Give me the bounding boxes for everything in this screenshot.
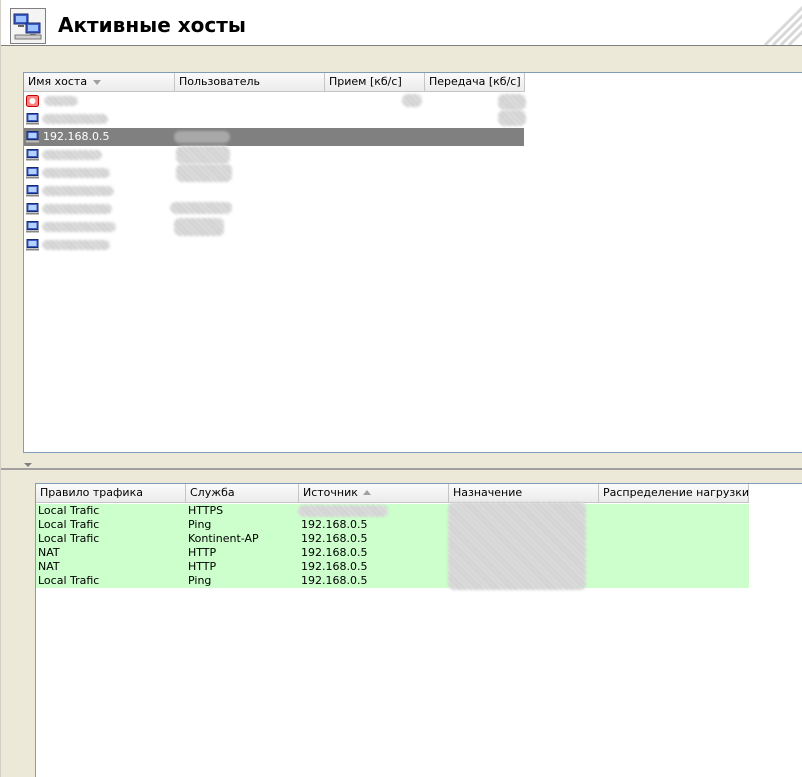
collapse-arrow-icon[interactable] [24,463,32,467]
redacted-value [498,94,526,110]
computer-icon [26,167,39,179]
redacted-user [174,131,230,143]
hosts-table[interactable]: Имя хоста Пользователь Прием [кб/с] Пере… [23,72,802,453]
sort-desc-icon [93,80,101,85]
computer-icon [26,239,39,251]
rule-cell: NAT [38,560,60,573]
rule-cell: Local Trafic [38,532,100,545]
host-row[interactable] [24,92,526,110]
host-row[interactable] [24,200,524,218]
traffic-row[interactable]: Local Trafic Ping 192.168.0.5 [36,574,749,588]
redacted-destination [448,502,586,590]
host-row[interactable] [24,164,524,182]
redacted-user [176,164,232,182]
rule-cell: Local Trafic [38,518,100,531]
host-row[interactable] [24,110,526,128]
service-cell: HTTPS [188,504,224,517]
page-title: Активные хосты [58,13,246,37]
redacted-source [298,505,388,517]
column-header-receive[interactable]: Прием [кб/с] [325,73,425,91]
traffic-row[interactable]: NAT HTTP 192.168.0.5 [36,560,749,574]
column-header-load-balancing[interactable]: Распределение нагрузки [599,484,749,502]
redacted-hostname [42,204,112,214]
column-header-hostname[interactable]: Имя хоста [24,73,175,91]
traffic-row[interactable]: NAT HTTP 192.168.0.5 [36,546,749,560]
traffic-row[interactable]: Local Trafic Kontinent-AP 192.168.0.5 [36,532,749,546]
service-cell: Kontinent-AP [188,532,259,545]
app-window: Активные хосты Имя хоста Пользователь Пр… [0,0,802,777]
column-header-service[interactable]: Служба [186,484,299,502]
redacted-hostname [44,96,78,106]
traffic-table-header: Правило трафика Служба Источник Назначен… [36,484,749,503]
host-row-selected[interactable]: 192.168.0.5 [24,128,524,146]
host-row[interactable] [24,182,524,200]
rule-cell: Local Trafic [38,504,100,517]
service-cell: HTTP [188,546,217,559]
traffic-row[interactable]: Local Trafic HTTPS [36,504,749,518]
network-computers-icon [10,8,46,44]
rule-cell: Local Trafic [38,574,100,587]
redacted-value [498,110,526,126]
computer-icon [26,203,39,215]
computer-icon [26,113,39,125]
source-cell: 192.168.0.5 [301,546,368,559]
page-header: Активные хосты [1,0,802,46]
redacted-user [174,218,224,236]
source-cell: 192.168.0.5 [301,532,368,545]
header-decoration [763,5,802,45]
pane-splitter[interactable] [1,461,802,470]
redacted-user [170,202,232,214]
computer-icon [26,221,39,233]
source-cell: 192.168.0.5 [301,574,368,587]
host-row[interactable] [24,146,524,164]
warning-host-icon [26,95,39,107]
host-row[interactable] [24,218,524,236]
service-cell: Ping [188,518,212,531]
traffic-row[interactable]: Local Trafic Ping 192.168.0.5 [36,518,749,532]
host-row[interactable] [24,236,524,254]
hosts-table-header: Имя хоста Пользователь Прием [кб/с] Пере… [24,73,525,92]
computer-icon [26,185,39,197]
column-header-source[interactable]: Источник [299,484,449,502]
computer-icon [26,149,39,161]
redacted-hostname [42,186,114,196]
redacted-hostname [42,168,110,178]
column-header-send[interactable]: Передача [кб/с] [425,73,525,91]
host-name: 192.168.0.5 [43,130,110,143]
redacted-hostname [42,150,102,160]
source-cell: 192.168.0.5 [301,560,368,573]
traffic-table[interactable]: Правило трафика Служба Источник Назначен… [35,483,802,777]
service-cell: Ping [188,574,212,587]
redacted-hostname [42,114,108,124]
column-header-destination[interactable]: Назначение [449,484,599,502]
redacted-hostname [42,240,110,250]
redacted-user [176,146,230,164]
computer-icon [26,131,39,143]
redacted-value [402,94,422,107]
sort-asc-icon [363,490,371,495]
rule-cell: NAT [38,546,60,559]
source-cell: 192.168.0.5 [301,518,368,531]
column-header-rule[interactable]: Правило трафика [36,484,186,502]
service-cell: HTTP [188,560,217,573]
redacted-hostname [42,222,116,232]
column-header-user[interactable]: Пользователь [175,73,325,91]
